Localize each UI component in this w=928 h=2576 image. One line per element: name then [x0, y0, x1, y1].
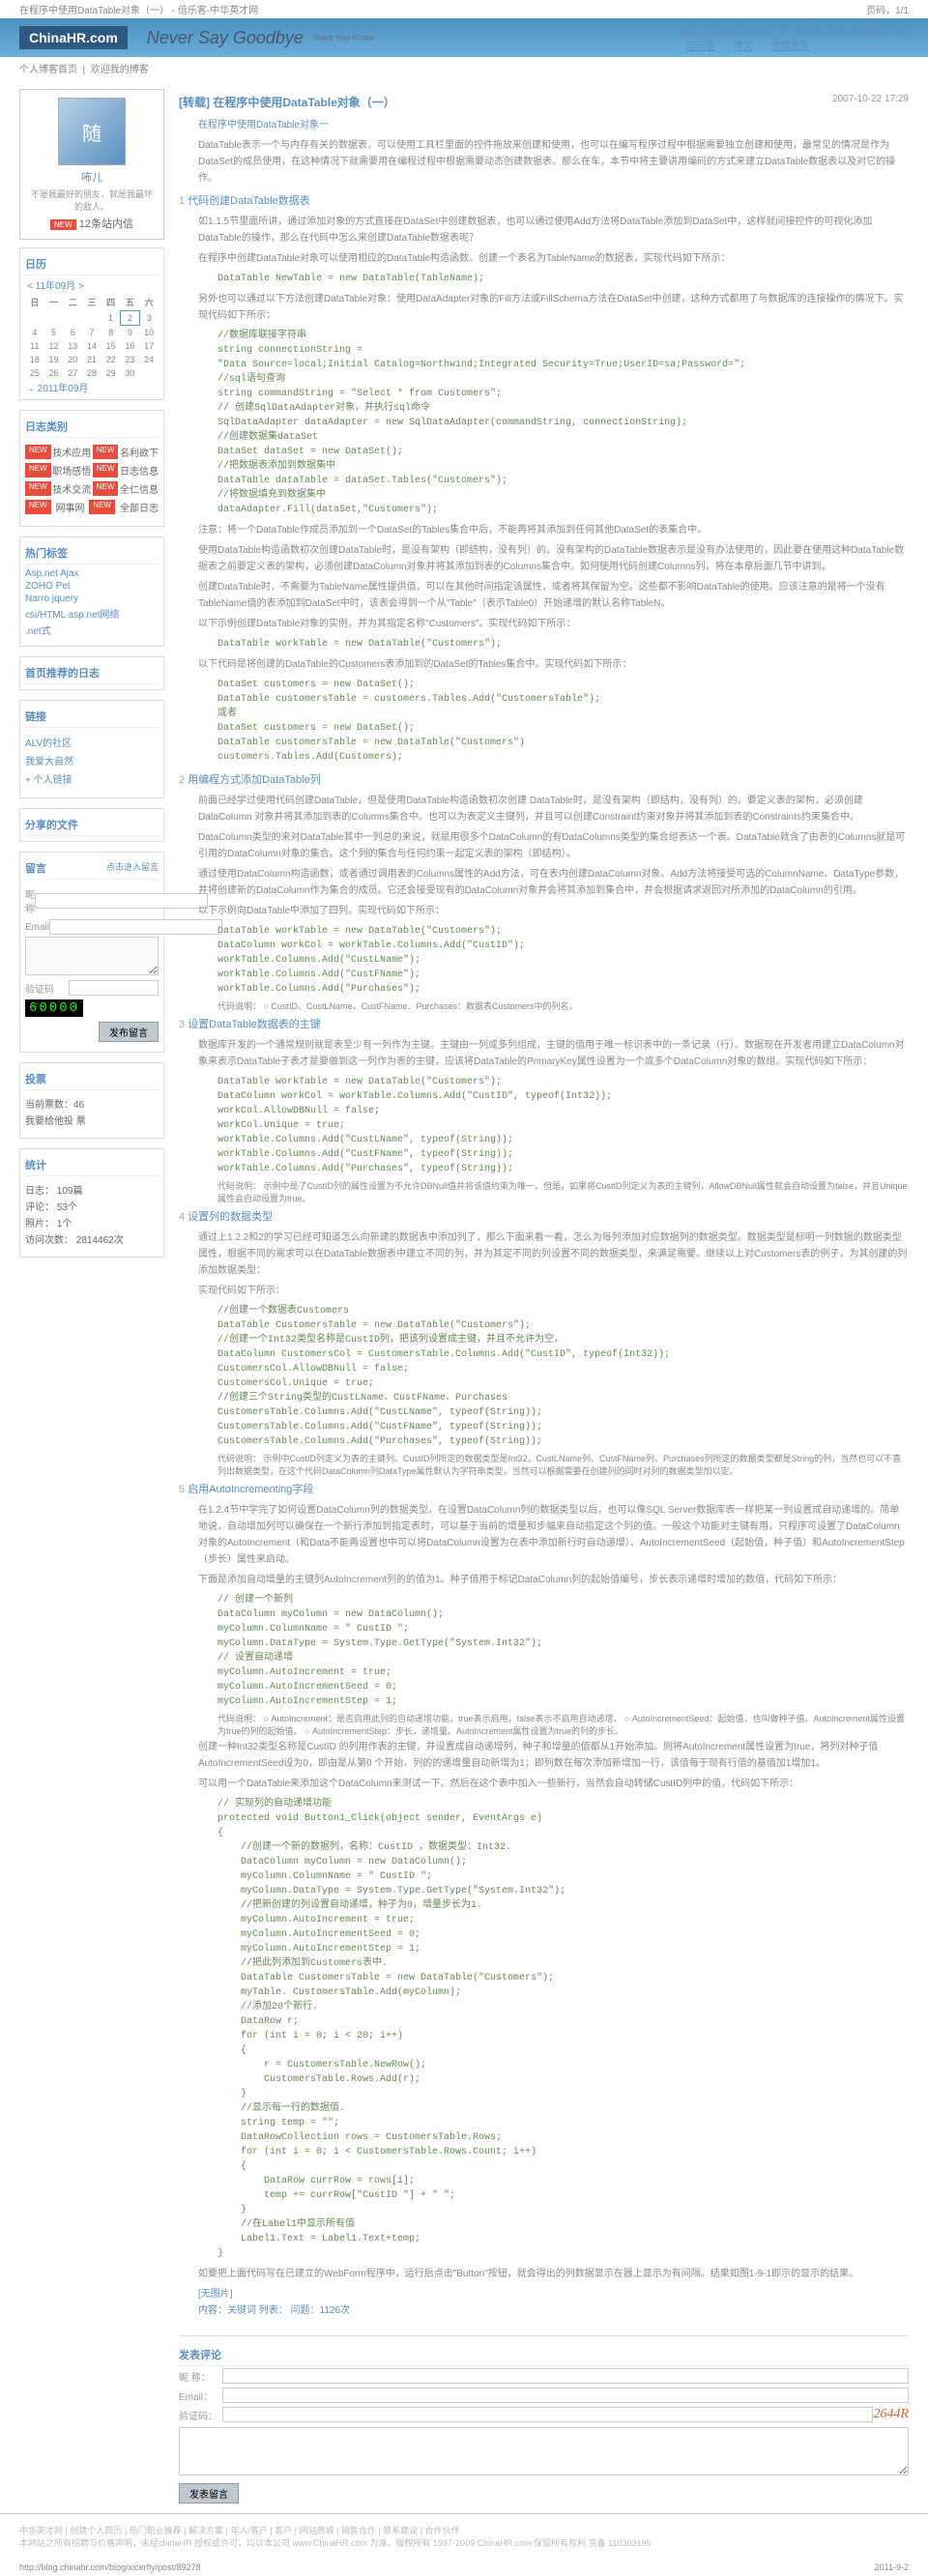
comment-textarea[interactable] — [179, 2427, 909, 2475]
cal-prev[interactable]: < — [27, 281, 33, 292]
links-header: 链接 — [25, 706, 159, 728]
nav-link-admin[interactable]: 管理首页 — [771, 42, 810, 52]
code-block: // 实现列的自动递增功能 protected void Button1_Cli… — [179, 1794, 909, 2264]
cal-next[interactable]: > — [78, 281, 84, 292]
code-block: DataTable workTable = new DataTable("Cus… — [179, 1072, 909, 1179]
tab-personal[interactable]: 个人博客首页 — [19, 65, 77, 75]
category-header: 日志类别 — [25, 416, 159, 438]
nickname[interactable]: 咘儿 — [28, 169, 156, 185]
recommend-header: 首页推荐的日志 — [25, 662, 159, 684]
calendar-header: 日历 — [25, 253, 159, 275]
add-link[interactable]: + 个人链接 — [25, 769, 159, 788]
comment-email-input[interactable] — [222, 2388, 909, 2403]
captcha-image: 2644R — [873, 2407, 909, 2422]
tag-item[interactable]: Asp.net Ajax — [25, 567, 159, 580]
intro-label: 在程序中使用DataTable对象一 — [179, 115, 909, 135]
user-desc: 不是我最好的朋友，就是我最坏的敌人。 — [28, 188, 156, 213]
msg-submit-button[interactable]: 发布留言 — [99, 1022, 159, 1042]
profile-box: 随 咘儿 不是我最好的朋友，就是我最坏的敌人。 NEW 12条站内信 — [19, 89, 164, 240]
msg-textarea[interactable] — [25, 937, 159, 975]
stats-header: 统计 — [25, 1154, 159, 1176]
nav-link-home[interactable]: 倍乐客 — [686, 42, 715, 52]
tag-item[interactable]: csi/HTML asp.net网络 — [25, 605, 159, 622]
intro-text: DataTable表示一个与内存有关的数据表，可以使用工具栏里面的控件拖放来创建… — [179, 135, 909, 188]
recommend-widget: 首页推荐的日志 — [19, 656, 164, 690]
msg-counter: 60000 — [25, 999, 83, 1017]
site-banner: ChinaHR.com Never Say Goodbye Want You K… — [0, 18, 928, 57]
site-logo[interactable]: ChinaHR.com — [19, 26, 128, 49]
tag-item[interactable]: Narro jquery — [25, 593, 159, 605]
article-title: [转载] 在程序中使用DataTable对象（一） — [179, 94, 395, 110]
blog-subtitle: Want You Know — [313, 33, 374, 43]
category-widget: 日志类别 NEW技术应用 NEW名利欲下 NEW职场感悟 NEW日志信息 NEW… — [19, 410, 164, 527]
comment-captcha-input[interactable] — [222, 2407, 873, 2422]
avatar: 随 — [58, 98, 126, 165]
link-item[interactable]: 我爱大自然 — [25, 751, 159, 769]
code-block: DataTable NewTable = new DataTable(Table… — [179, 269, 909, 289]
comment-name-input[interactable] — [222, 2368, 909, 2384]
nav-link-blog[interactable]: 博文 — [734, 42, 753, 52]
tag-item[interactable]: .net式 — [25, 622, 159, 638]
code-block: // 创建一个新列 DataColumn myColumn = new Data… — [179, 1590, 909, 1712]
links-widget: 链接 ALV的社区 我爱大自然 + 个人链接 — [19, 700, 164, 798]
blog-title: Never Say Goodbye — [147, 28, 304, 48]
stats-widget: 统计 日志： 109篇 评论： 53个 照片： 1个 访问次数： 2814462… — [19, 1148, 164, 1258]
calendar-widget: 日历 < 11年09月 > 日一二三四五六 123 45678910 11121… — [19, 247, 164, 400]
page-date: 2011-9-2 — [875, 2562, 909, 2572]
message-widget: 留言 点击进入留言 昵称 Email 验证码 60000 发布留言 — [19, 852, 164, 1053]
code-block: //数据库联接字符串 string connectionString = "Da… — [179, 326, 909, 520]
files-widget: 分享的文件 — [19, 808, 164, 842]
tab-welcome[interactable]: 欢迎我的博客 — [91, 65, 149, 75]
site-footer: 中华英才网 | 创建个人简历 | 热门职业推荐 | 解决方案 | 年人/客户 |… — [0, 2513, 928, 2559]
link-item[interactable]: ALV的社区 — [25, 733, 159, 751]
code-block: DataTable workTable = new DataTable("Cus… — [179, 921, 909, 999]
files-header: 分享的文件 — [25, 814, 159, 836]
doc-title: 在程序中使用DataTable对象（一） - 倍乐客-中华英才网 — [19, 2, 258, 16]
cal-current[interactable]: → 2011年09月 — [25, 380, 159, 394]
tags-widget: 热门标签 Asp.net Ajax ZOHO Pet Narro jquery … — [19, 536, 164, 647]
code-block: //创建一个数据表Customers DataTable CustomersTa… — [179, 1301, 909, 1452]
msg-count[interactable]: 12条站内信 — [79, 218, 133, 230]
msg-captcha-input[interactable] — [69, 980, 159, 996]
tag-item[interactable]: ZOHO Pet — [25, 580, 159, 593]
vote-header: 投票 — [25, 1068, 159, 1090]
welcome-text: 欢迎，ClaudeKiosk5！您 | 我的乐土网 | 欢迎你写日志 — [679, 27, 909, 38]
page-number: 页码，1/1 — [866, 2, 909, 16]
cal-month: 11年09月 — [36, 281, 76, 292]
article-date: 2007-10-22 17:29 — [832, 94, 909, 110]
code-block: DataTable workTable = new DataTable("Cus… — [179, 634, 909, 654]
calendar-grid: 日一二三四五六 123 45678910 11121314151617 1819… — [25, 294, 159, 380]
comment-submit-button[interactable]: 发表留言 — [179, 2483, 239, 2504]
vote-widget: 投票 当前票数：46 我要给他投 票 — [19, 1062, 164, 1139]
tags-header: 热门标签 — [25, 542, 159, 564]
new-badge: NEW — [50, 219, 76, 230]
comment-header: 发表评论 — [179, 2344, 909, 2366]
page-url: http://blog.chinahr.com/blog/xicerfly/po… — [19, 2562, 201, 2572]
code-block: DataSet customers = new DataSet(); DataT… — [179, 675, 909, 767]
article-content: [转载] 在程序中使用DataTable对象（一） 2007-10-22 17:… — [179, 89, 909, 2504]
